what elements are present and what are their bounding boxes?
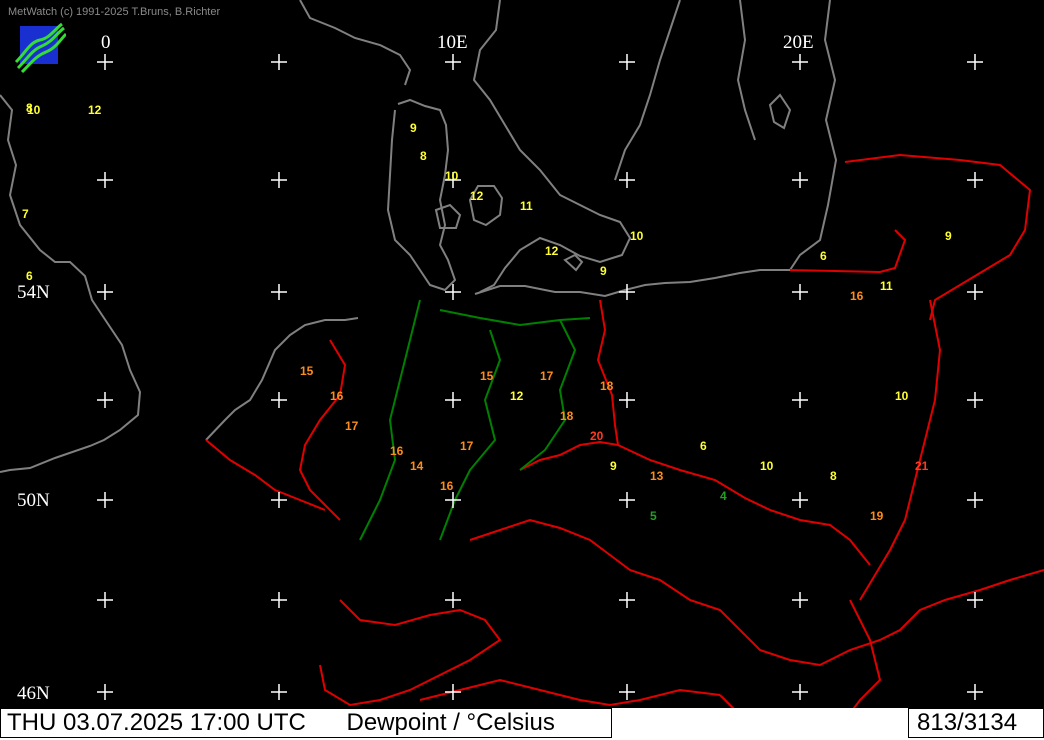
station-value-sweden-1: 11: [880, 279, 893, 293]
station-value-germany-c-2: 7: [22, 207, 29, 221]
parameter-text: Dewpoint / °Celsius: [346, 709, 555, 736]
station-value-denmark-1: 9: [410, 121, 417, 135]
station-value-alps-1: 20: [590, 429, 604, 443]
station-value-france-3: 4: [720, 489, 727, 503]
station-count-box: 813/3134: [908, 708, 1044, 738]
station-value-austria-1: 17: [540, 369, 554, 383]
station-value-baltic-1: 10: [445, 169, 459, 183]
weather-map: 12 10 9 8 10 12 11 12 10 9 8 7 6 15 16 17 16 14 16 17 15 12 17…: [0, 0, 1044, 740]
station-value-italy-n-1: 19: [870, 509, 884, 523]
station-value-switzerland-1: 18: [600, 379, 614, 393]
station-value-poland-2: 16: [440, 479, 454, 493]
station-value-netherlands-1: 11: [520, 199, 533, 213]
station-value-sweden-2: 9: [945, 229, 952, 243]
station-value-netherlands-2: 12: [545, 244, 559, 258]
station-value-slovakia-1: 13: [650, 469, 664, 483]
status-bar: THU 03.07.2025 17:00 UTC Dewpoint / °Cel…: [0, 708, 1044, 740]
station-value-germany-n-2: 9: [600, 264, 607, 278]
station-value-germany-e-1: 6: [26, 269, 33, 283]
lon-label-10e: 10E: [437, 32, 468, 53]
station-value-belarus-1: 12: [510, 389, 524, 403]
station-value-hungary-1: 9: [610, 459, 617, 473]
station-value-germany-c-1: 8: [26, 101, 33, 115]
station-count-text: 813/3134: [917, 709, 1018, 736]
lat-label-54n: 54N: [17, 282, 50, 303]
metwatch-logo-icon: [14, 22, 66, 74]
station-value-poland-3: 17: [460, 439, 474, 453]
lat-label-46n: 46N: [17, 683, 50, 704]
station-value-romania-1: 6: [820, 249, 827, 263]
lon-label-20e: 20E: [783, 32, 814, 53]
datetime-text: THU 03.07.2025 17:00 UTC: [7, 709, 306, 736]
station-value-england-2: 8: [830, 469, 837, 483]
station-values: 1210981012111210987615161716141617151217…: [22, 101, 952, 523]
status-box-main: THU 03.07.2025 17:00 UTC Dewpoint / °Cel…: [0, 708, 612, 738]
credit-text: MetWatch (c) 1991-2025 T.Bruns, B.Richte…: [8, 6, 221, 18]
station-value-england-1: 10: [760, 459, 774, 473]
station-value-north-sea-1: 12: [88, 103, 102, 117]
station-value-bavaria-1: 17: [345, 419, 359, 433]
station-value-lithuania-1: 15: [480, 369, 494, 383]
station-value-germany-s-2: 16: [330, 389, 344, 403]
lon-label-0: 0: [101, 32, 111, 53]
station-value-poland-1: 14: [410, 459, 424, 473]
station-value-germany-s-1: 15: [300, 364, 314, 378]
station-value-denmark-2: 8: [420, 149, 427, 163]
station-value-austria-2: 18: [560, 409, 574, 423]
station-value-france-1: 6: [700, 439, 707, 453]
station-value-germany-n-1: 10: [630, 229, 644, 243]
station-value-baltic-e-1: 16: [850, 289, 864, 303]
lat-label-50n: 50N: [17, 490, 50, 511]
station-value-baltic-2: 12: [470, 189, 484, 203]
station-value-czechia-1: 16: [390, 444, 404, 458]
station-value-italy-n-2: 21: [915, 459, 929, 473]
station-value-croatia-1: 10: [895, 389, 909, 403]
station-value-france-2: 5: [650, 509, 657, 523]
